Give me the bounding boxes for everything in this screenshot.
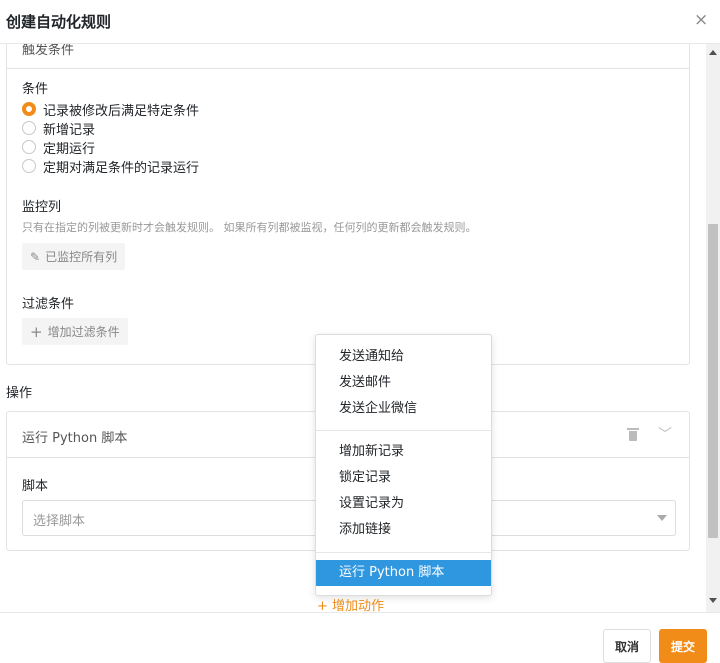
menu-divider [316, 430, 491, 431]
automation-rule-dialog: 创建自动化规则 × 触发条件 ⌃ 条件 记录被修改后满足特定条件 新增记录 定期… [0, 0, 720, 663]
radio-unchecked-icon[interactable] [22, 121, 36, 135]
cancel-button[interactable]: 取消 [603, 629, 651, 663]
radio-label: 定期运行 [43, 141, 96, 157]
radio-option-new-record[interactable]: 新增记录 [22, 119, 96, 138]
menu-item-send-wecom[interactable]: 发送企业微信 [316, 396, 491, 422]
condition-label: 条件 [22, 82, 49, 97]
watch-all-columns-button[interactable]: ✎ 已监控所有列 [22, 243, 126, 270]
add-filter-button[interactable]: + 增加过滤条件 [22, 318, 128, 345]
radio-option-periodic-matching[interactable]: 定期对满足条件的记录运行 [22, 157, 200, 176]
menu-item-send-notification[interactable]: 发送通知给 [316, 344, 491, 370]
trigger-header-label: 触发条件 [22, 44, 75, 58]
caret-down-icon [657, 515, 667, 521]
watch-button-label: 已监控所有列 [45, 250, 118, 264]
trash-icon[interactable] [627, 427, 639, 441]
menu-item-send-email[interactable]: 发送邮件 [316, 370, 491, 396]
menu-item-add-record[interactable]: 增加新记录 [316, 439, 491, 465]
menu-divider [316, 552, 491, 553]
dialog-title: 创建自动化规则 [6, 13, 112, 31]
trigger-card: 触发条件 ⌃ 条件 记录被修改后满足特定条件 新增记录 定期运行 定期对满足条件… [6, 44, 690, 365]
trigger-card-header[interactable]: 触发条件 ⌃ [7, 44, 689, 69]
scrollbar-thumb[interactable] [708, 224, 718, 538]
radio-unchecked-icon[interactable] [22, 140, 36, 154]
plus-icon: + [30, 322, 43, 341]
chevron-down-icon[interactable]: ﹀ [658, 424, 672, 444]
add-action-link[interactable]: + 增加动作 [317, 595, 384, 612]
radio-label: 新增记录 [43, 122, 96, 138]
radio-label: 定期对满足条件的记录运行 [43, 160, 200, 176]
radio-checked-icon[interactable] [22, 102, 36, 116]
menu-item-set-record[interactable]: 设置记录为 [316, 491, 491, 517]
watch-columns-label: 监控列 [22, 200, 62, 215]
menu-item-lock-record[interactable]: 锁定记录 [316, 465, 491, 491]
chevron-up-icon[interactable]: ⌃ [663, 44, 673, 52]
pencil-icon: ✎ [30, 249, 41, 264]
watch-columns-hint: 只有在指定的列被更新时才会触发规则。 如果所有列都被监视，任何列的更新都会触发规… [22, 221, 477, 234]
radio-option-modified[interactable]: 记录被修改后满足特定条件 [22, 100, 200, 119]
radio-unchecked-icon[interactable] [22, 159, 36, 173]
dialog-header: 创建自动化规则 × [0, 0, 720, 44]
radio-option-periodic[interactable]: 定期运行 [22, 138, 96, 157]
dialog-footer: 取消 提交 [0, 612, 720, 663]
filter-conditions-label: 过滤条件 [22, 297, 75, 312]
script-label: 脚本 [22, 479, 49, 494]
script-select-placeholder: 选择脚本 [33, 514, 86, 529]
submit-button[interactable]: 提交 [659, 629, 707, 663]
scroll-down-arrow-icon[interactable] [709, 598, 717, 603]
radio-label: 记录被修改后满足特定条件 [43, 103, 200, 119]
add-filter-label: 增加过滤条件 [47, 325, 120, 339]
close-icon[interactable]: × [694, 12, 708, 29]
action-title: 运行 Python 脚本 [22, 431, 128, 446]
scroll-up-arrow-icon[interactable] [709, 50, 717, 55]
menu-item-run-python[interactable]: 运行 Python 脚本 [316, 560, 491, 586]
operations-label: 操作 [6, 386, 33, 401]
menu-item-add-link[interactable]: 添加链接 [316, 517, 491, 543]
action-type-menu: 发送通知给 发送邮件 发送企业微信 增加新记录 锁定记录 设置记录为 添加链接 … [315, 334, 492, 596]
scrollbar[interactable] [706, 44, 720, 612]
